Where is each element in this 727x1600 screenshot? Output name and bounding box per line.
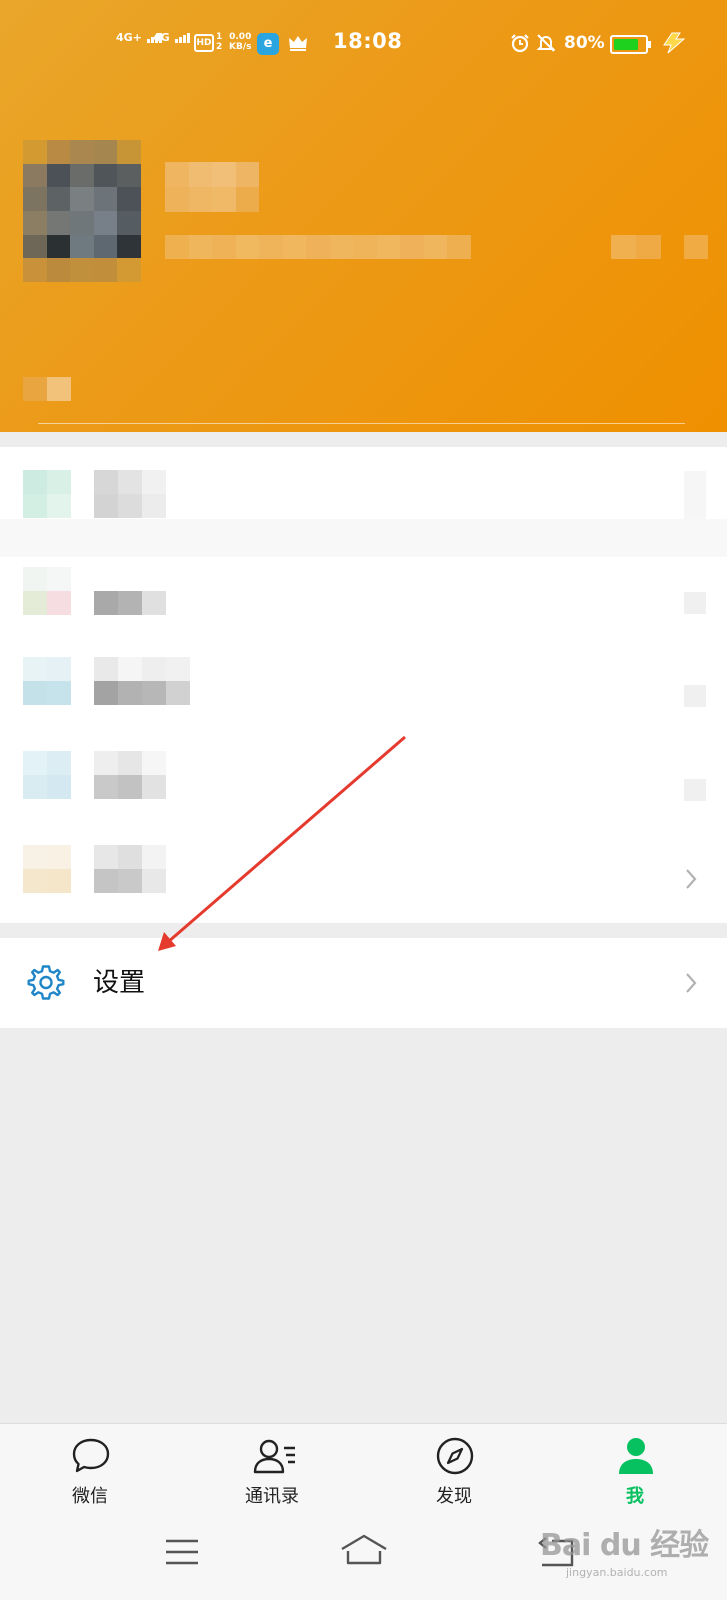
header-divider xyxy=(38,423,685,424)
compass-icon xyxy=(436,1437,474,1475)
status-item[interactable] xyxy=(23,377,71,401)
profile-header[interactable]: 4G+ 4G HD 1 2 0.00 KB/s e 18:08 80% xyxy=(0,0,727,432)
hd-voice-icon: HD xyxy=(194,34,214,52)
avatar[interactable] xyxy=(23,140,141,282)
menu-item-label xyxy=(94,470,166,518)
menu-item-icon xyxy=(23,845,71,893)
mute-bell-icon xyxy=(536,34,556,52)
menu-item-icon xyxy=(23,567,71,615)
menu-item-icon xyxy=(23,751,71,799)
charging-bolt-icon xyxy=(663,32,686,54)
tab-chats[interactable]: 微信 xyxy=(30,1424,150,1516)
menu-item-label xyxy=(94,591,166,615)
hd-sim-numbers: 1 2 xyxy=(216,32,223,52)
battery-icon xyxy=(610,35,651,54)
person-icon xyxy=(619,1438,653,1474)
menu-item-icon xyxy=(23,470,71,518)
browser-app-icon: e xyxy=(257,33,279,55)
crown-icon xyxy=(289,36,307,51)
network-type-1: 4G+ xyxy=(116,31,142,44)
menu-icon[interactable] xyxy=(165,1537,199,1567)
menu-item-chevron xyxy=(684,779,706,801)
battery-percent: 80% xyxy=(564,33,605,53)
tab-contacts[interactable]: 通讯录 xyxy=(212,1424,332,1516)
signal-4g-icon: 4G xyxy=(153,32,191,43)
list-item[interactable] xyxy=(0,649,727,741)
contacts-icon xyxy=(253,1439,295,1474)
list-item[interactable] xyxy=(0,741,727,833)
list-item[interactable] xyxy=(0,833,727,925)
menu-item-chevron xyxy=(684,592,706,614)
account-id xyxy=(165,235,471,259)
tab-me[interactable]: 我 xyxy=(575,1424,695,1516)
profile-name xyxy=(165,162,259,212)
section-gap xyxy=(0,519,727,557)
menu-item-chevron xyxy=(684,471,706,519)
status-bar: 4G+ 4G HD 1 2 0.00 KB/s e 18:08 80% xyxy=(0,24,727,64)
bottom-tab-bar: 微信 通讯录 发现 我 xyxy=(0,1423,727,1515)
network-type-2: 4G xyxy=(153,31,170,44)
alarm-icon xyxy=(511,34,529,53)
chevron-right-icon xyxy=(686,973,697,993)
baidu-watermark: Bai du 经验 xyxy=(540,1528,709,1563)
home-icon[interactable] xyxy=(340,1533,388,1567)
list-item[interactable] xyxy=(0,557,727,649)
chevron-right-icon xyxy=(686,869,697,889)
settings-menu-item[interactable]: 设置 xyxy=(0,938,727,1028)
settings-label: 设置 xyxy=(93,968,146,998)
gear-icon xyxy=(27,965,65,1000)
menu-item-icon xyxy=(23,657,71,705)
clock-time: 18:08 xyxy=(333,29,403,53)
menu-section xyxy=(0,447,727,923)
qr-code-icon[interactable] xyxy=(611,235,661,259)
menu-item-label xyxy=(94,845,166,893)
chat-bubble-icon xyxy=(72,1438,110,1473)
menu-item-chevron xyxy=(684,685,706,707)
menu-item-label xyxy=(94,751,166,799)
network-speed: 0.00 KB/s xyxy=(229,32,252,52)
tab-discover[interactable]: 发现 xyxy=(394,1424,514,1516)
menu-item-label xyxy=(94,657,190,705)
chevron-right-icon[interactable] xyxy=(684,235,708,259)
baidu-watermark-url: jingyan.baidu.com xyxy=(566,1566,668,1579)
